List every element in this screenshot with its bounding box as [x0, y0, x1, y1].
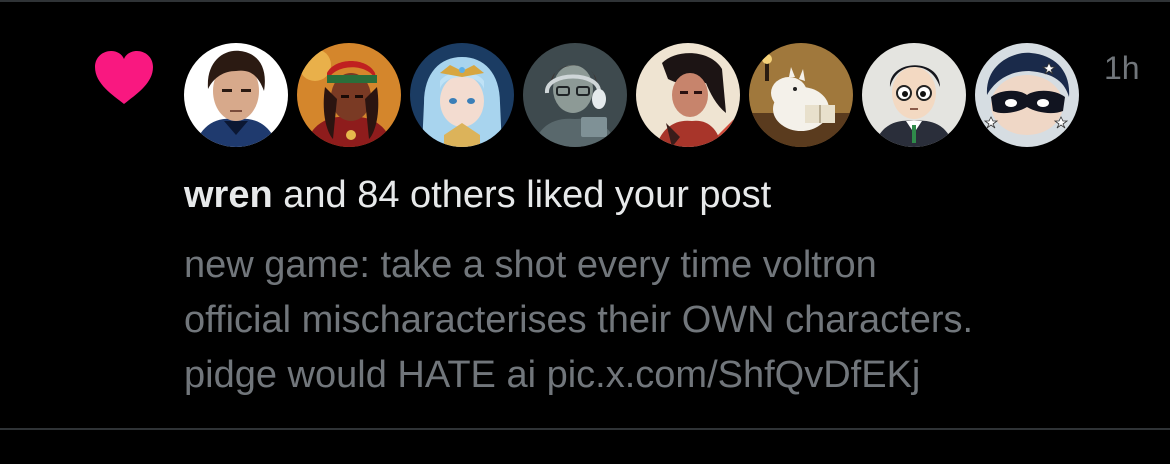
avatar[interactable] [410, 43, 514, 147]
avatar[interactable] [749, 43, 853, 147]
bottom-divider [0, 428, 1170, 430]
post-text-line: official mischaracterises their OWN char… [184, 299, 974, 341]
avatar[interactable] [523, 43, 627, 147]
timestamp: 1h [1104, 50, 1140, 86]
post-preview[interactable]: new game: take a shot every time voltron… [184, 238, 1144, 403]
heart-icon [95, 51, 153, 104]
notification-headline: wren and 84 others liked your post [184, 172, 771, 218]
avatar[interactable] [862, 43, 966, 147]
avatar[interactable] [297, 43, 401, 147]
avatar[interactable] [975, 43, 1079, 147]
action-text: and 84 others liked your post [283, 174, 772, 216]
actor-name[interactable]: wren [184, 174, 273, 216]
post-text-line: pidge would HATE ai pic.x.com/ShfQvDfEKj [184, 354, 921, 396]
post-text-line: new game: take a shot every time voltron [184, 244, 877, 286]
avatar[interactable] [184, 43, 288, 147]
avatar-row [184, 43, 1079, 147]
avatar[interactable] [636, 43, 740, 147]
like-notification[interactable]: 1h wren and 84 others liked your post ne… [0, 2, 1170, 428]
